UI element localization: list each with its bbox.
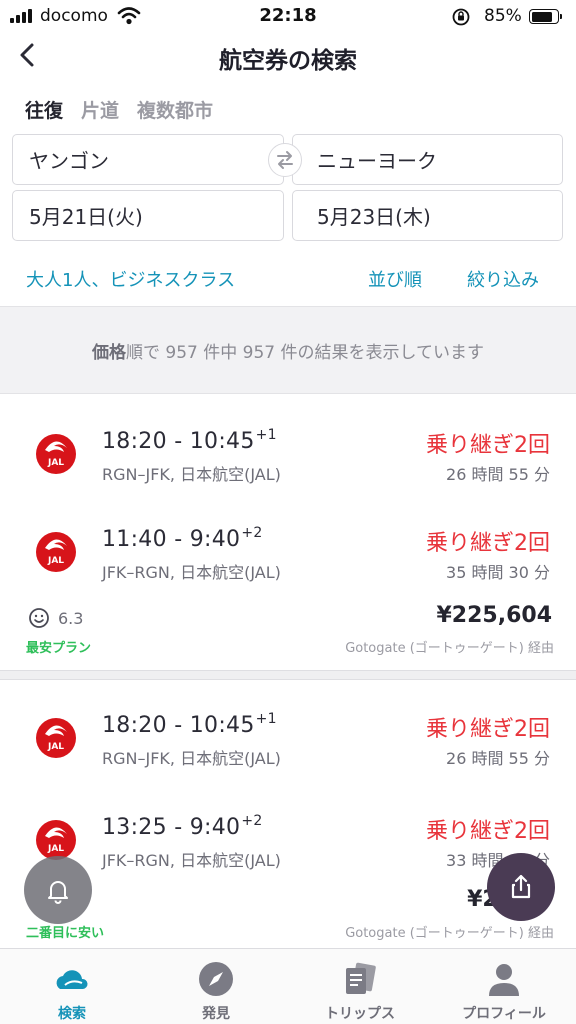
tab-multi-city[interactable]: 複数都市 [137,96,213,123]
smiley-icon [29,608,49,628]
svg-text:JAL: JAL [47,844,64,854]
flight-duration: 35 時間 30 分 [446,563,550,582]
second-cheapest-badge: 二番目に安い [26,926,105,941]
share-button[interactable] [487,853,555,921]
time-range: 11:40 - 9:40 [102,527,241,552]
day-offset: +1 [255,427,277,443]
bell-icon [48,881,68,904]
swap-arrows-icon [277,151,293,169]
origin-field[interactable]: ヤンゴン [12,134,284,185]
status-bar: docomo 22:18 85% [0,0,576,34]
passengers-class-link[interactable]: 大人1人、ビジネスクラス [26,266,235,292]
return-date-field[interactable]: 5月23日(木) [292,190,563,241]
tab-one-way[interactable]: 片道 [81,96,119,123]
tab-profile[interactable]: プロフィール [432,949,576,1024]
flight-leg: JAL 11:40 - 9:40+2 JFK–RGN, 日本航空(JAL) 乗り… [0,519,576,589]
route-airline: JFK–RGN, 日本航空(JAL) [102,851,281,870]
price-alert-button[interactable] [24,856,92,924]
time-range: 18:20 - 10:45 [102,429,255,454]
route-airline: RGN–JFK, 日本航空(JAL) [102,465,281,484]
return-date-value: 5月23日(木) [317,205,431,229]
stops-count: 乗り継ぎ2回 [426,819,550,844]
page-title: 航空券の検索 [219,48,357,74]
jal-logo-icon: JAL [36,718,76,758]
flight-leg: JAL 18:20 - 10:45+1 RGN–JFK, 日本航空(JAL) 乗… [0,421,576,491]
compass-icon [199,962,233,996]
price: ¥225,604 [436,603,552,628]
flight-duration: 26 時間 55 分 [446,749,550,768]
filter-button[interactable]: 絞り込み [467,266,539,292]
result-card[interactable]: JAL 18:20 - 10:45+1 RGN–JFK, 日本航空(JAL) 乗… [0,395,576,670]
flight-times: 18:20 - 10:45+1 [102,711,277,738]
rating-value: 6.3 [58,608,84,628]
rating: 6.3 [28,607,83,629]
tab-label: プロフィール [462,1006,546,1022]
day-offset: +2 [241,525,263,541]
tab-label: 発見 [202,1006,230,1022]
flight-times: 13:25 - 9:40+2 [102,813,263,840]
cloud-search-icon [56,970,88,989]
flight-times: 11:40 - 9:40+2 [102,525,263,552]
trip-type-tabs: 往復 片道 複数都市 [25,96,213,123]
destination-field[interactable]: ニューヨーク [292,134,563,185]
origin-value: ヤンゴン [29,149,109,173]
time-range: 18:20 - 10:45 [102,713,255,738]
tab-round-trip[interactable]: 往復 [25,96,63,123]
tab-label: 検索 [58,1006,86,1022]
card-divider [0,670,576,680]
time-range: 13:25 - 9:40 [102,815,241,840]
flight-times: 18:20 - 10:45+1 [102,427,277,454]
svg-text:JAL: JAL [47,556,64,566]
battery-percent: 85% [484,6,522,26]
trips-cards-icon [346,962,376,994]
route-airline: RGN–JFK, 日本航空(JAL) [102,749,281,768]
sort-button[interactable]: 並び順 [368,266,422,292]
result-card[interactable]: JAL 18:20 - 10:45+1 RGN–JFK, 日本航空(JAL) 乗… [0,681,576,949]
route-airline: JFK–RGN, 日本航空(JAL) [102,563,281,582]
depart-date-field[interactable]: 5月21日(火) [12,190,284,241]
destination-value: ニューヨーク [317,149,437,173]
jal-logo-icon: JAL [36,532,76,572]
booking-site: Gotogate (ゴートゥーゲート) 経由 [345,641,554,656]
booking-site: Gotogate (ゴートゥーゲート) 経由 [345,926,554,941]
flight-leg: JAL 13:25 - 9:40+2 JFK–RGN, 日本航空(JAL) 乗り… [0,807,576,877]
day-offset: +2 [241,813,263,829]
flight-leg: JAL 18:20 - 10:45+1 RGN–JFK, 日本航空(JAL) 乗… [0,705,576,775]
tab-label: トリップス [325,1006,395,1022]
stops-count: 乗り継ぎ2回 [426,433,550,458]
battery-icon [529,9,562,24]
summary-sort-key: 価格 [92,342,126,363]
swap-button[interactable] [268,143,302,177]
stops-count: 乗り継ぎ2回 [426,531,550,556]
svg-text:JAL: JAL [47,742,64,752]
summary-text: 順で 957 件中 957 件の結果を表示しています [126,342,485,363]
bottom-tab-bar: 検索 発見 トリップス プロフィール [0,948,576,1024]
jal-logo-icon: JAL [36,434,76,474]
flight-duration: 26 時間 55 分 [446,465,550,484]
tab-trips[interactable]: トリップス [288,949,432,1024]
cheapest-badge: 最安プラン [26,641,92,656]
results-summary: 価格 順で 957 件中 957 件の結果を表示しています [0,306,576,394]
svg-text:JAL: JAL [47,458,64,468]
stops-count: 乗り継ぎ2回 [426,717,550,742]
share-icon [511,874,531,899]
depart-date-value: 5月21日(火) [29,205,143,229]
rotation-lock-icon [452,8,470,26]
tab-search[interactable]: 検索 [0,949,144,1024]
person-icon [489,964,519,996]
tab-explore[interactable]: 発見 [144,949,288,1024]
day-offset: +1 [255,711,277,727]
